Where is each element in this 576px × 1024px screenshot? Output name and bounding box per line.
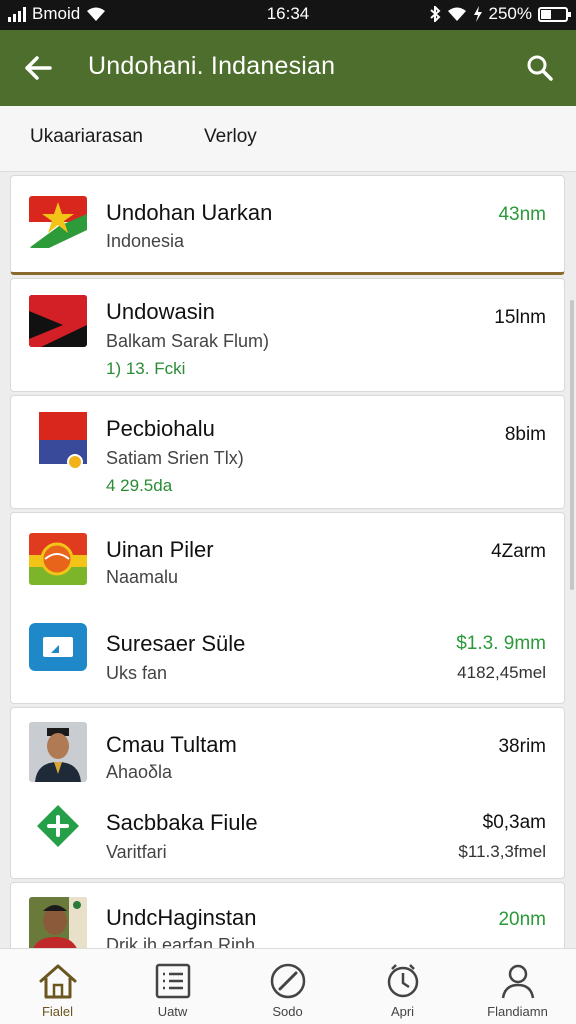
item-subtitle: Balkam Sarak Flum) xyxy=(106,331,270,351)
list-item[interactable]: Uinan Piler Naamalu 4Zarm xyxy=(11,513,564,607)
item-subtitle: Naamalu xyxy=(106,567,179,587)
list-item[interactable]: UndcHaginstan Drik ih earfan Rinh 20nm xyxy=(10,882,565,948)
nav-compass[interactable]: Sodo xyxy=(230,949,345,1024)
status-right: 250% xyxy=(429,4,571,24)
flag-icon xyxy=(29,295,87,347)
plus-icon xyxy=(36,804,80,848)
avatar-icon xyxy=(29,722,87,782)
item-name: Suresaer Süle xyxy=(106,631,246,656)
scrollbar[interactable] xyxy=(570,300,574,590)
bluetooth-icon xyxy=(429,6,440,22)
item-value: 43nm xyxy=(498,204,546,225)
item-value: 4Zarm xyxy=(491,541,546,562)
tab-bar: Ukaariarasan Verloy xyxy=(0,106,576,172)
nav-profile[interactable]: Flandiamn xyxy=(460,949,575,1024)
item-detail: 4 29.5da xyxy=(106,476,173,495)
item-value: 38rim xyxy=(498,736,546,757)
item-name: Undowasin xyxy=(106,299,215,324)
list-item[interactable]: Pecbiohalu Satiam Srien Tlx) 4 29.5da 8b… xyxy=(10,395,565,509)
flag-icon xyxy=(29,412,87,470)
results-list: Undohan Uarkan Indonesia 43nm Undowasin … xyxy=(0,172,576,948)
status-bar: Bmoid 16:34 250% xyxy=(0,0,576,30)
search-button[interactable] xyxy=(520,48,560,88)
item-name: Uinan Piler xyxy=(106,537,214,562)
compass-icon xyxy=(270,963,306,999)
flag-icon xyxy=(29,196,87,248)
item-subtitle: Varitfari xyxy=(106,842,167,862)
list-card: Uinan Piler Naamalu 4Zarm Suresaer Süle … xyxy=(10,512,565,704)
item-value: 8bim xyxy=(504,424,546,445)
item-value: 20nm xyxy=(498,909,546,930)
item-name: Cmau Tultam xyxy=(106,732,237,757)
item-value: $1.3. 9mm xyxy=(456,633,546,654)
bottom-navigation: Fialel Uatw Sodo Apri Flandiamn xyxy=(0,948,576,1024)
nav-clock[interactable]: Apri xyxy=(345,949,460,1024)
wifi-icon-right xyxy=(447,7,466,21)
nav-label: Apri xyxy=(390,1004,415,1019)
list-icon xyxy=(155,963,191,999)
nav-label: Flandiamn xyxy=(487,1004,548,1019)
list-item[interactable]: Sacbbaka Fiule Varitfari $0,3am $11.3,3f… xyxy=(11,794,564,880)
list-item[interactable]: Undohan Uarkan Indonesia 43nm xyxy=(10,175,565,275)
item-subtitle: Uks fan xyxy=(106,663,168,683)
item-subtitle: Indonesia xyxy=(106,231,185,251)
nav-home[interactable]: Fialel xyxy=(0,949,115,1024)
list-card: Cmau Tultam Ahaoδla 38rim Sacbbaka Fiule… xyxy=(10,707,565,879)
item-subtitle: Satiam Srien Tlx) xyxy=(106,448,244,468)
item-value-secondary: $11.3,3fmel xyxy=(458,842,546,861)
app-bar: Undohani. Indanesian xyxy=(0,30,576,106)
clock-icon xyxy=(387,964,419,998)
nav-list[interactable]: Uatw xyxy=(115,949,230,1024)
item-name: UndcHaginstan xyxy=(106,905,257,930)
nav-label: Fialel xyxy=(41,1004,74,1019)
back-button[interactable] xyxy=(20,48,60,88)
chat-icon xyxy=(29,623,87,675)
nav-label: Sodo xyxy=(272,1004,303,1019)
item-value: 15lnm xyxy=(494,307,546,328)
search-icon xyxy=(527,55,553,81)
item-value-secondary: 4182,45mel xyxy=(457,663,546,682)
item-detail: 1) 13. Fcki xyxy=(106,359,186,378)
page-title: Undohani. Indanesian xyxy=(88,52,336,80)
battery-icon xyxy=(538,6,571,22)
item-value: $0,3am xyxy=(482,812,546,833)
list-item[interactable]: Cmau Tultam Ahaoδla 38rim xyxy=(11,708,564,794)
tab-verloy[interactable]: Verloy xyxy=(204,126,257,148)
tab-ukaariarasan[interactable]: Ukaariarasan xyxy=(30,126,143,148)
list-item[interactable]: Suresaer Süle Uks fan $1.3. 9mm 4182,45m… xyxy=(11,607,564,705)
nav-label: Uatw xyxy=(157,1004,188,1019)
item-name: Sacbbaka Fiule xyxy=(106,810,258,835)
battery-percent: 250% xyxy=(488,4,532,23)
item-name: Pecbiohalu xyxy=(106,416,215,441)
item-subtitle: Drik ih earfan Rinh xyxy=(106,935,256,948)
arrow-left-icon xyxy=(25,56,52,80)
profile-icon xyxy=(501,964,535,999)
item-subtitle: Ahaoδla xyxy=(106,762,173,782)
charging-icon xyxy=(473,6,482,22)
list-item[interactable]: Undowasin Balkam Sarak Flum) 1) 13. Fcki… xyxy=(10,278,565,392)
item-name: Undohan Uarkan xyxy=(106,200,273,225)
home-icon xyxy=(39,964,77,999)
flag-icon xyxy=(29,533,87,585)
avatar-icon xyxy=(29,897,87,948)
